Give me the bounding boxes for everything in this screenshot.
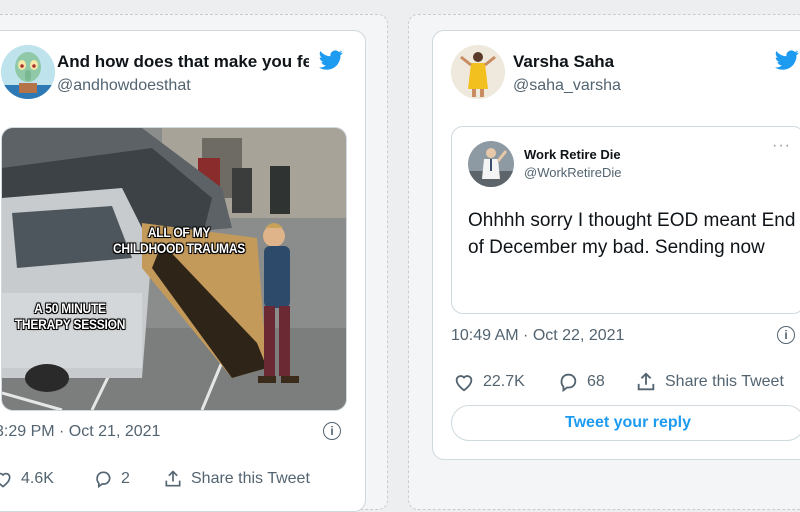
twitter-bird-icon[interactable]	[773, 48, 800, 72]
author-handle[interactable]: @andhowdoesthat	[57, 77, 191, 95]
quoted-author-handle[interactable]: @WorkRetireDie	[524, 165, 621, 180]
meme-label-bottom-line-1: A 50 MINUTE	[34, 300, 106, 316]
author-name[interactable]: Varsha Saha	[513, 52, 614, 72]
heart-icon	[0, 472, 11, 488]
tweet-your-reply-button[interactable]: Tweet your reply	[451, 405, 800, 441]
tweet-timestamp[interactable]: 10:49 AM · Oct 22, 2021	[451, 327, 624, 345]
quoted-tweet-text: Ohhhh sorry I thought EOD meant End of D…	[468, 210, 796, 258]
quoted-author-avatar[interactable]	[468, 141, 514, 187]
info-icon[interactable]: i	[777, 326, 795, 344]
reply-button[interactable]: 2	[93, 469, 130, 489]
author-avatar[interactable]	[451, 45, 505, 99]
right-tweet-card[interactable]: Varsha Saha @saha_varsha Work Retire Die…	[432, 30, 800, 460]
like-button[interactable]: 4.6K	[0, 469, 54, 489]
quoted-author-name[interactable]: Work Retire Die	[524, 147, 621, 162]
left-tweet-card[interactable]: And how does that make you fe @andhowdoe…	[0, 30, 366, 512]
author-avatar[interactable]	[1, 45, 55, 99]
tweet-timestamp[interactable]: 3:29 PM · Oct 21, 2021	[0, 423, 160, 441]
meme-label-top: ALL OF MY CHILDHOOD TRAUMAS	[106, 224, 252, 256]
share-button[interactable]: Share this Tweet	[163, 469, 310, 489]
reply-count: 68	[587, 373, 605, 390]
author-name[interactable]: And how does that make you fe	[57, 52, 309, 72]
quoted-tweet[interactable]: Work Retire Die @WorkRetireDie ··· Ohhhh…	[451, 126, 800, 314]
reply-button[interactable]: 68	[557, 371, 605, 393]
twitter-bird-icon[interactable]	[317, 48, 345, 72]
share-label: Share this Tweet	[191, 470, 310, 487]
meme-image[interactable]: ALL OF MY CHILDHOOD TRAUMAS A 50 MINUTE …	[1, 127, 347, 411]
meme-label-bottom: A 50 MINUTE THERAPY SESSION	[2, 300, 139, 332]
more-dots-icon[interactable]: ···	[772, 137, 791, 155]
meme-label-top-line-1: ALL OF MY	[147, 224, 211, 240]
share-icon	[637, 372, 655, 391]
meme-label-top-line-2: CHILDHOOD TRAUMAS	[112, 240, 246, 256]
share-icon	[165, 470, 181, 487]
share-button[interactable]: Share this Tweet	[635, 371, 784, 393]
author-handle[interactable]: @saha_varsha	[513, 77, 621, 95]
share-label: Share this Tweet	[665, 373, 784, 390]
reply-icon	[96, 471, 111, 489]
reply-count: 2	[121, 470, 130, 487]
heart-icon	[455, 375, 473, 392]
info-icon[interactable]: i	[323, 422, 341, 440]
like-count: 4.6K	[21, 470, 54, 487]
reply-icon	[560, 373, 577, 393]
like-button[interactable]: 22.7K	[453, 371, 525, 393]
like-count: 22.7K	[483, 373, 525, 390]
meme-label-bottom-line-2: THERAPY SESSION	[14, 316, 126, 332]
